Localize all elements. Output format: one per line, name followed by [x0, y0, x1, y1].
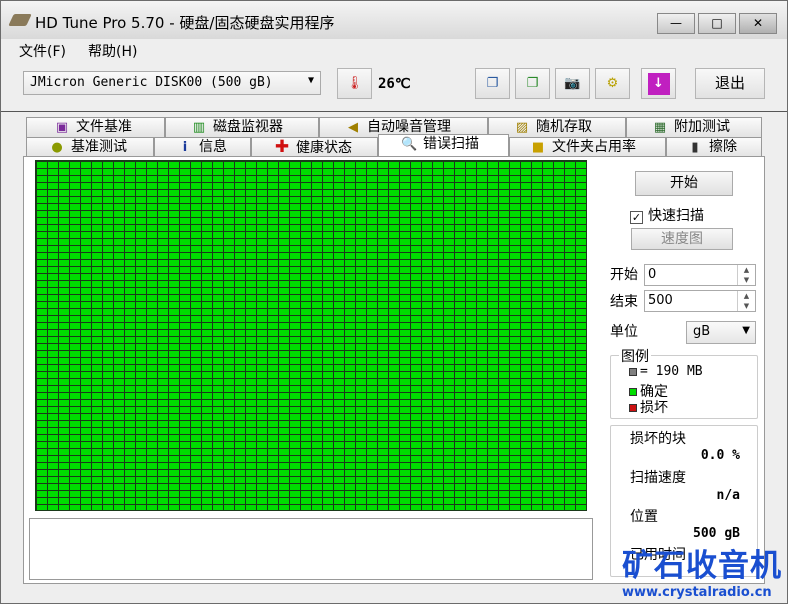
damaged-blocks-value: 0.0 % — [700, 448, 740, 463]
gear-icon: ⚙ — [606, 76, 619, 91]
temperature-button[interactable]: 🌡 — [337, 68, 372, 99]
tab-label: 擦除 — [709, 139, 737, 155]
health-cross-icon: ✚ — [274, 137, 290, 157]
tab-error-scan[interactable]: 🔍 错误扫描 — [378, 134, 509, 156]
minimize-button[interactable]: — — [657, 13, 695, 34]
tab-label: 信息 — [199, 139, 227, 155]
start-value: 0 — [648, 267, 657, 282]
tab-label: 健康状态 — [296, 140, 352, 156]
thermometer-icon: 🌡 — [346, 76, 363, 91]
tab-label: 随机存取 — [536, 119, 592, 135]
maximize-button[interactable]: □ — [698, 13, 736, 34]
random-access-icon: ▨ — [515, 120, 529, 135]
checkbox-icon[interactable]: ✓ — [630, 211, 643, 224]
unit-label: 单位 — [610, 324, 638, 340]
tab-disk-monitor[interactable]: ▥ 磁盘监视器 — [165, 117, 319, 137]
tab-extra-tests[interactable]: ▦ 附加测试 — [626, 117, 762, 137]
position-label: 位置 — [630, 509, 658, 525]
tab-health[interactable]: ✚ 健康状态 — [251, 137, 378, 157]
options-button[interactable]: ⚙ — [595, 68, 630, 99]
end-value: 500 — [648, 293, 673, 308]
end-input[interactable]: 500 ▲ ▼ — [644, 290, 756, 312]
extra-tests-icon: ▦ — [653, 120, 667, 135]
download-arrow-icon: ↓ — [647, 73, 670, 95]
screenshot-button[interactable]: 📷 — [555, 68, 590, 99]
copy-all-icon: ❐ — [526, 76, 539, 91]
folder-icon: ■ — [531, 140, 545, 155]
menu-help[interactable]: 帮助(H) — [88, 41, 137, 61]
tab-label: 错误扫描 — [423, 136, 479, 152]
scan-block-map — [35, 160, 587, 511]
hdd-app-icon — [8, 14, 32, 26]
unit-value: gB — [693, 324, 711, 339]
quick-scan-label: 快速扫描 — [648, 208, 704, 224]
start-label: 开始 — [610, 267, 638, 283]
legend-block-text: = 190 MB — [640, 364, 703, 379]
spin-updown-icon[interactable]: ▲ ▼ — [737, 265, 755, 285]
tab-label: 基准测试 — [71, 139, 127, 155]
tab-benchmark[interactable]: ● 基准测试 — [26, 137, 154, 157]
close-button[interactable]: ✕ — [739, 13, 777, 34]
magnifier-icon: 🔍 — [401, 137, 418, 152]
start-scan-button[interactable]: 开始 — [635, 171, 733, 196]
trash-icon: ▮ — [691, 140, 699, 155]
legend-block-size: = 190 MB — [629, 364, 703, 379]
block-swatch — [629, 367, 637, 376]
exit-button[interactable]: 退出 — [695, 68, 765, 99]
end-label: 结束 — [610, 294, 638, 310]
disk-monitor-icon: ▥ — [192, 120, 206, 135]
tab-label: 自动噪音管理 — [367, 119, 451, 135]
chevron-down-icon: ▼ — [307, 75, 314, 86]
chevron-down-icon: ▼ — [742, 325, 750, 336]
toolbar-divider — [1, 111, 787, 112]
watermark-logo: 矿石收音机 — [622, 548, 782, 584]
tab-label: 文件基准 — [76, 119, 132, 135]
tab-erase[interactable]: ▮ 擦除 — [666, 137, 762, 157]
copy-info-button[interactable]: ❐ — [475, 68, 510, 99]
menu-file[interactable]: 文件(F) — [19, 41, 66, 61]
unit-select[interactable]: gB ▼ — [686, 321, 756, 344]
app-window: HD Tune Pro 5.70 - 硬盘/固态硬盘实用程序 — □ ✕ 文件(… — [0, 0, 788, 604]
temperature-value: 26℃ — [378, 76, 411, 92]
title-bar: HD Tune Pro 5.70 - 硬盘/固态硬盘实用程序 — □ ✕ — [1, 1, 787, 39]
tab-file-benchmark[interactable]: ▣ 文件基准 — [26, 117, 165, 137]
copy-icon: ❐ — [486, 76, 499, 91]
download-button[interactable]: ↓ — [641, 68, 676, 99]
tab-folder-usage[interactable]: ■ 文件夹占用率 — [509, 137, 666, 157]
window-title: HD Tune Pro 5.70 - 硬盘/固态硬盘实用程序 — [35, 14, 335, 32]
damaged-blocks-label: 损坏的块 — [630, 431, 686, 447]
menu-bar: 文件(F) 帮助(H) — [1, 39, 787, 61]
bad-swatch — [629, 404, 637, 412]
error-scan-panel: 开始 ✓ 快速扫描 速度图 开始 0 ▲ ▼ 结束 500 ▲ ▼ 单位 gB ▼ 图例 =… — [23, 156, 765, 584]
tab-info[interactable]: i 信息 — [154, 137, 251, 157]
tab-label: 文件夹占用率 — [552, 139, 636, 155]
drive-select-value: JMicron Generic DISK00 (500 gB) — [30, 75, 273, 90]
tab-label: 附加测试 — [674, 119, 730, 135]
drive-select[interactable]: JMicron Generic DISK00 (500 gB) ▼ — [23, 71, 321, 95]
legend-bad: 损坏 — [629, 397, 668, 417]
benchmark-icon: ● — [51, 140, 63, 155]
watermark-url: www.crystalradio.cn — [622, 585, 772, 600]
info-icon: i — [182, 140, 188, 155]
camera-icon: 📷 — [564, 76, 581, 91]
quick-scan-checkbox[interactable]: ✓ 快速扫描 — [630, 205, 704, 225]
scan-speed-label: 扫描速度 — [630, 470, 686, 486]
ok-swatch — [629, 388, 637, 396]
copy-all-button[interactable]: ❐ — [515, 68, 550, 99]
legend-group: 图例 = 190 MB 确定 损坏 — [610, 346, 758, 419]
position-value: 500 gB — [693, 526, 740, 541]
speed-map-button[interactable]: 速度图 — [631, 228, 733, 250]
scan-speed-value: n/a — [716, 488, 740, 503]
legend-title: 图例 — [619, 346, 651, 366]
legend-bad-text: 损坏 — [640, 400, 668, 416]
speaker-icon: ◀ — [348, 120, 358, 135]
start-input[interactable]: 0 ▲ ▼ — [644, 264, 756, 286]
tab-label: 磁盘监视器 — [213, 119, 283, 135]
spin-updown-icon[interactable]: ▲ ▼ — [737, 291, 755, 311]
file-benchmark-icon: ▣ — [55, 120, 69, 135]
scan-log — [29, 518, 593, 580]
